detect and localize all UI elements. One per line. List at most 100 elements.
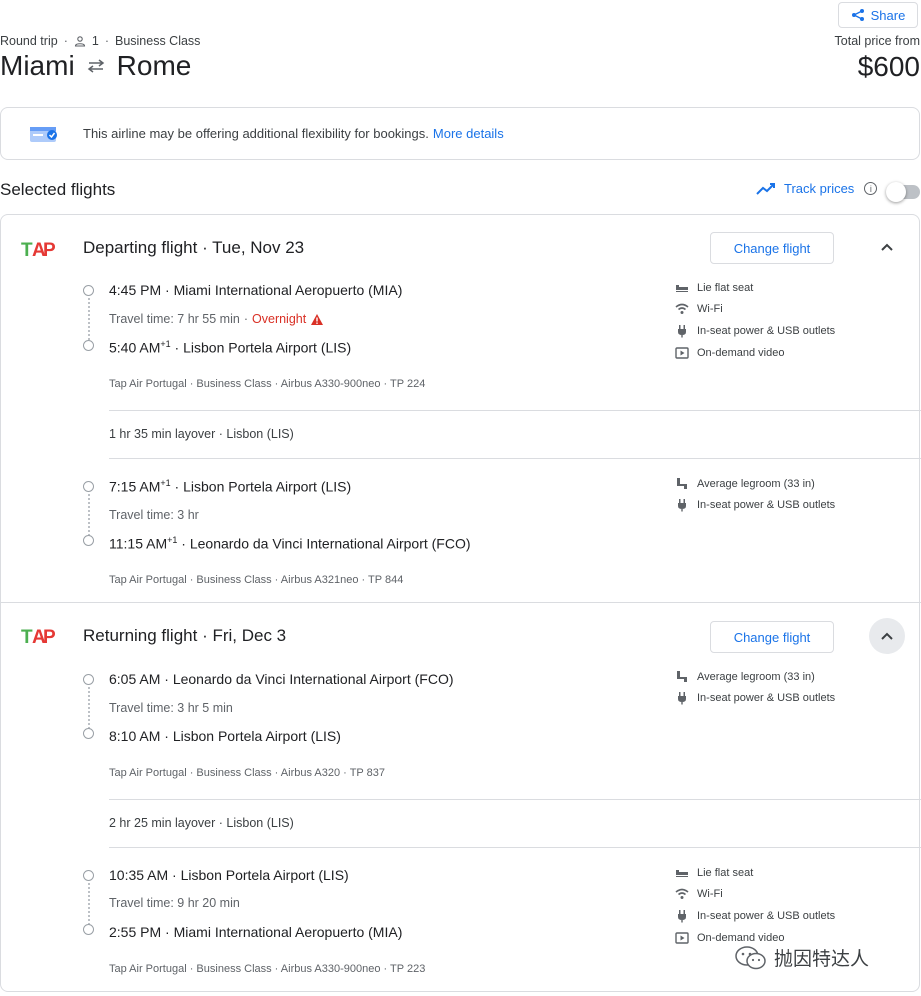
amenity-wifi: Wi-Fi (675, 302, 723, 316)
notice-text: This airline may be offering additional … (83, 126, 429, 141)
change-departing-flight-button[interactable]: Change flight (710, 232, 834, 264)
track-prices-toggle[interactable] (886, 182, 920, 202)
toggle-knob (886, 182, 906, 202)
trip-meta: Round trip · 1 · Business Class (0, 34, 201, 48)
total-price-label: Total price from (834, 34, 920, 48)
watermark: 抛因特达人 (734, 944, 869, 971)
flexibility-notice: This airline may be offering additional … (0, 107, 920, 160)
selected-flights-title: Selected flights (0, 180, 116, 199)
video-icon (675, 932, 689, 944)
tap-logo-icon: T AP (21, 627, 55, 647)
amenity-power: In-seat power & USB outlets (675, 691, 835, 705)
departure-stop-marker (83, 870, 94, 881)
arrival-stop-marker (83, 924, 94, 935)
track-prices[interactable]: Track prices i (756, 181, 878, 196)
amenity-lie-flat-seat: Lie flat seat (675, 866, 753, 880)
share-button[interactable]: Share (838, 2, 918, 28)
departure-stop: 7:15 AM+1 · Lisbon Portela Airport (LIS) (109, 478, 352, 495)
route-dotted-line (88, 883, 90, 925)
arrival-stop-marker (83, 728, 94, 739)
power-plug-icon (678, 910, 686, 923)
amenity-power: In-seat power & USB outlets (675, 909, 835, 923)
travel-time: Travel time: 7 hr 55 min · Overnight (109, 312, 324, 326)
arrival-stop-marker (83, 535, 94, 546)
collapse-departing-button[interactable] (869, 229, 905, 265)
seat-legroom-icon (677, 671, 687, 682)
amenity-power: In-seat power & USB outlets (675, 498, 835, 512)
warning-icon (311, 313, 324, 325)
flight-details: Tap Air Portugal · Business Class · Airb… (109, 378, 426, 390)
total-price: $600 (857, 51, 920, 82)
wifi-icon (675, 888, 689, 899)
round-trip-arrows-icon (87, 59, 104, 73)
flight-details: Tap Air Portugal · Business Class · Airb… (109, 574, 404, 586)
power-plug-icon (678, 692, 686, 705)
tap-logo-icon: T AP (21, 240, 55, 260)
selected-flights-card: TAP Departing flight · Tue, Nov 23 Chang… (0, 214, 921, 992)
divider (109, 847, 921, 848)
departure-stop: 4:45 PM · Miami International Aeropuerto… (109, 282, 403, 298)
wifi-icon (675, 303, 689, 314)
amenity-power: In-seat power & USB outlets (675, 324, 835, 338)
share-icon (851, 9, 864, 21)
share-label: Share (870, 7, 906, 23)
amenity-legroom: Average legroom (33 in) (675, 670, 815, 684)
lie-flat-seat-icon (676, 870, 688, 877)
section-divider (1, 602, 921, 603)
arrival-stop: 11:15 AM+1 · Leonardo da Vinci Internati… (109, 535, 471, 552)
layover-info: 1 hr 35 min layover · Lisbon (LIS) (109, 427, 294, 441)
amenity-lie-flat-seat: Lie flat seat (675, 281, 753, 295)
amenity-legroom: Average legroom (33 in) (675, 477, 815, 491)
divider (109, 410, 921, 411)
power-plug-icon (678, 499, 686, 512)
wechat-icon (735, 945, 766, 969)
svg-text:P: P (43, 627, 55, 647)
departure-stop-marker (83, 674, 94, 685)
overnight-label: Overnight (252, 312, 307, 326)
video-icon (675, 347, 689, 359)
travel-time: Travel time: 3 hr (109, 508, 199, 522)
layover-info: 2 hr 25 min layover · Lisbon (LIS) (109, 816, 294, 830)
travel-time: Travel time: 3 hr 5 min (109, 701, 233, 715)
power-plug-icon (678, 325, 686, 338)
departure-stop-marker (83, 285, 94, 296)
passenger-count: 1 (91, 34, 99, 48)
origin-city: Miami (0, 50, 75, 81)
ticket-check-icon (30, 126, 57, 142)
cabin-class: Business Class (114, 34, 201, 48)
arrival-stop: 2:55 PM · Miami International Aeropuerto… (109, 924, 403, 940)
arrival-stop: 5:40 AM+1 · Lisbon Portela Airport (LIS) (109, 339, 352, 356)
svg-text:P: P (43, 240, 55, 260)
route-dotted-line (88, 298, 90, 340)
watermark-text: 抛因特达人 (774, 949, 870, 970)
flight-details: Tap Air Portugal · Business Class · Airb… (109, 963, 426, 975)
travel-time: Travel time: 9 hr 20 min (109, 896, 240, 910)
route-dotted-line (88, 687, 90, 729)
amenity-wifi: Wi-Fi (675, 887, 723, 901)
returning-title: Returning flight · Fri, Dec 3 (83, 626, 287, 645)
departing-title: Departing flight · Tue, Nov 23 (83, 238, 305, 257)
divider (109, 799, 921, 800)
lie-flat-seat-icon (676, 285, 688, 292)
more-details-link[interactable]: More details (433, 126, 504, 141)
seat-legroom-icon (677, 478, 687, 489)
change-returning-flight-button[interactable]: Change flight (710, 621, 834, 653)
chevron-up-icon (881, 632, 893, 640)
collapse-returning-button[interactable] (869, 618, 905, 654)
info-icon[interactable]: i (864, 182, 878, 195)
amenity-video: On-demand video (675, 346, 784, 360)
departure-stop: 10:35 AM · Lisbon Portela Airport (LIS) (109, 867, 349, 883)
arrival-stop: 8:10 AM · Lisbon Portela Airport (LIS) (109, 728, 341, 744)
track-prices-label: Track prices (784, 181, 855, 196)
divider (109, 458, 921, 459)
person-icon (74, 36, 85, 47)
trip-type: Round trip (0, 34, 58, 48)
departure-stop-marker (83, 481, 94, 492)
amenity-video: On-demand video (675, 931, 784, 945)
arrival-stop-marker (83, 340, 94, 351)
chevron-up-icon (881, 243, 893, 251)
flight-details: Tap Air Portugal · Business Class · Airb… (109, 767, 385, 779)
departure-stop: 6:05 AM · Leonardo da Vinci Internationa… (109, 671, 454, 687)
destination-city: Rome (116, 50, 192, 81)
route-title: Miami Rome (0, 50, 191, 82)
